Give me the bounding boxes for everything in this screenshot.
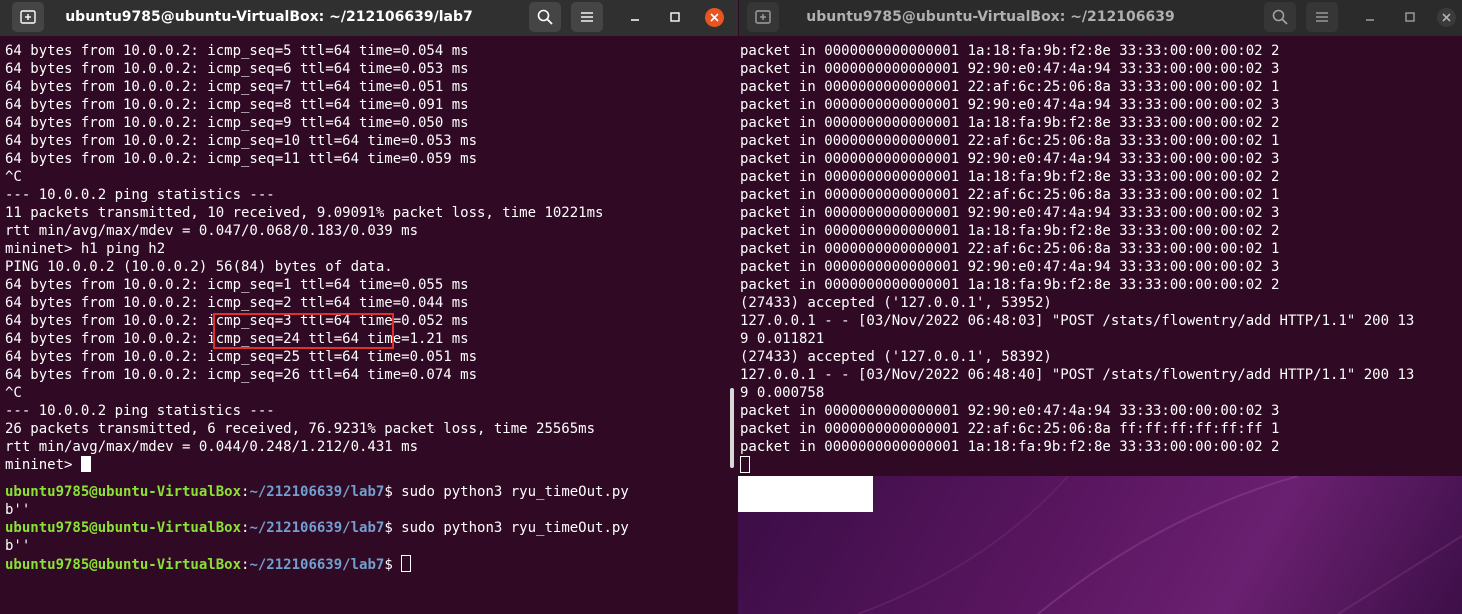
left-menu-button[interactable] (571, 2, 603, 32)
bottom-terminal-line: b'' (5, 502, 31, 518)
terminal-line: packet in 0000000000000001 1a:18:fa:9b:f… (740, 223, 1280, 239)
terminal-line: ^C (5, 385, 22, 401)
terminal-line: packet in 0000000000000001 22:af:6c:25:0… (740, 187, 1280, 203)
terminal-line: packet in 0000000000000001 22:af:6c:25:0… (740, 79, 1280, 95)
hamburger-menu-icon (1316, 12, 1328, 22)
highlight-box (213, 313, 394, 349)
terminal-line: 127.0.0.1 - - [03/Nov/2022 06:48:40] "PO… (740, 367, 1415, 383)
left-close-button[interactable] (701, 2, 727, 32)
close-icon (704, 7, 724, 27)
terminal-line: 64 bytes from 10.0.0.2: icmp_seq=2 ttl=6… (5, 295, 469, 311)
right-menu-button[interactable] (1306, 2, 1338, 32)
left-maximize-button[interactable] (662, 2, 688, 32)
prompt-dollar: $ (384, 557, 393, 573)
left-search-button[interactable] (529, 2, 561, 32)
prompt-path: ~/212106639/lab7 (249, 557, 385, 573)
command-text: sudo python3 ryu_timeOut.py (392, 520, 629, 536)
terminal-line: packet in 0000000000000001 22:af:6c:25:0… (740, 421, 1280, 437)
minimize-icon (1366, 19, 1374, 21)
terminal-line: packet in 0000000000000001 92:90:e0:47:4… (740, 97, 1280, 113)
left-terminal-window[interactable]: ubuntu9785@ubuntu-VirtualBox: ~/21210663… (0, 0, 738, 476)
search-icon (1272, 9, 1288, 25)
terminal-line: --- 10.0.0.2 ping statistics --- (5, 403, 275, 419)
bottom-terminal-line: ubuntu9785@ubuntu-VirtualBox:~/212106639… (5, 555, 412, 573)
terminal-line: packet in 0000000000000001 1a:18:fa:9b:f… (740, 115, 1280, 131)
terminal-cursor (740, 456, 750, 473)
terminal-line: 9 0.011821 (740, 331, 825, 347)
terminal-line: 64 bytes from 10.0.0.2: icmp_seq=25 ttl=… (5, 349, 478, 365)
terminal-line: packet in 0000000000000001 92:90:e0:47:4… (740, 151, 1280, 167)
search-icon (537, 9, 553, 25)
terminal-line: 127.0.0.1 - - [03/Nov/2022 06:48:03] "PO… (740, 313, 1415, 329)
left-titlebar[interactable]: ubuntu9785@ubuntu-VirtualBox: ~/21210663… (0, 0, 738, 36)
terminal-line: mininet> h1 ping h2 (5, 241, 166, 257)
terminal-cursor (80, 456, 91, 472)
terminal-line: 64 bytes from 10.0.0.2: icmp_seq=9 ttl=6… (5, 115, 469, 131)
right-maximize-button[interactable] (1397, 2, 1423, 32)
close-icon (1436, 7, 1456, 27)
bottom-terminal-line: ubuntu9785@ubuntu-VirtualBox:~/212106639… (5, 519, 629, 537)
prompt-dollar: $ (384, 484, 393, 500)
minimize-icon (631, 19, 639, 21)
prompt-user-host: ubuntu9785@ubuntu-VirtualBox (5, 520, 242, 536)
terminal-line: packet in 0000000000000001 1a:18:fa:9b:f… (740, 439, 1280, 455)
right-terminal-body[interactable]: packet in 0000000000000001 1a:18:fa:9b:f… (739, 40, 1462, 476)
terminal-line: 9 0.000758 (740, 385, 825, 401)
terminal-line: 64 bytes from 10.0.0.2: icmp_seq=10 ttl=… (5, 133, 478, 149)
prompt-path: ~/212106639/lab7 (249, 520, 385, 536)
terminal-line: (27433) accepted ('127.0.0.1', 53952) (740, 295, 1052, 311)
prompt-dollar: $ (384, 520, 393, 536)
mininet-prompt-line: mininet> (5, 456, 91, 474)
right-titlebar[interactable]: ubuntu9785@ubuntu-VirtualBox: ~/21210663… (739, 0, 1462, 36)
terminal-line: 64 bytes from 10.0.0.2: icmp_seq=6 ttl=6… (5, 61, 469, 77)
command-text: sudo python3 ryu_timeOut.py (392, 484, 629, 500)
prompt-path: ~/212106639/lab7 (249, 484, 385, 500)
terminal-line: rtt min/avg/max/mdev = 0.047/0.068/0.183… (5, 223, 419, 239)
mininet-prompt: mininet> (5, 457, 81, 473)
terminal-line: 64 bytes from 10.0.0.2: icmp_seq=5 ttl=6… (5, 43, 469, 59)
right-close-button[interactable] (1433, 2, 1459, 32)
left-scrollbar[interactable] (730, 388, 734, 468)
terminal-line: 64 bytes from 10.0.0.2: icmp_seq=26 ttl=… (5, 367, 478, 383)
terminal-line: ^C (5, 169, 22, 185)
terminal-line: --- 10.0.0.2 ping statistics --- (5, 187, 275, 203)
terminal-line: packet in 0000000000000001 92:90:e0:47:4… (740, 259, 1280, 275)
terminal-line: packet in 0000000000000001 1a:18:fa:9b:f… (740, 43, 1280, 59)
terminal-cursor-line (740, 456, 750, 474)
terminal-line: 11 packets transmitted, 10 received, 9.0… (5, 205, 604, 221)
terminal-line: 64 bytes from 10.0.0.2: icmp_seq=11 ttl=… (5, 151, 478, 167)
right-terminal-window[interactable]: ubuntu9785@ubuntu-VirtualBox: ~/21210663… (739, 0, 1462, 476)
terminal-line: packet in 0000000000000001 22:af:6c:25:0… (740, 133, 1280, 149)
terminal-line: (27433) accepted ('127.0.0.1', 58392) (740, 349, 1052, 365)
maximize-icon (1405, 12, 1415, 22)
terminal-line: packet in 0000000000000001 22:af:6c:25:0… (740, 241, 1280, 257)
terminal-line: PING 10.0.0.2 (10.0.0.2) 56(84) bytes of… (5, 259, 393, 275)
terminal-line: packet in 0000000000000001 92:90:e0:47:4… (740, 61, 1280, 77)
maximize-icon (670, 12, 680, 22)
terminal-line: 64 bytes from 10.0.0.2: icmp_seq=7 ttl=6… (5, 79, 469, 95)
terminal-line: packet in 0000000000000001 92:90:e0:47:4… (740, 205, 1280, 221)
left-terminal-body[interactable]: 64 bytes from 10.0.0.2: icmp_seq=5 ttl=6… (0, 40, 738, 476)
right-search-button[interactable] (1264, 2, 1296, 32)
bottom-terminal-line: ubuntu9785@ubuntu-VirtualBox:~/212106639… (5, 483, 629, 501)
terminal-line: 64 bytes from 10.0.0.2: icmp_seq=8 ttl=6… (5, 97, 469, 113)
right-minimize-button[interactable] (1357, 2, 1383, 32)
bottom-terminal-line: b'' (5, 538, 31, 554)
terminal-line: 64 bytes from 10.0.0.2: icmp_seq=1 ttl=6… (5, 277, 469, 293)
terminal-line: 26 packets transmitted, 6 received, 76.9… (5, 421, 596, 437)
terminal-line: packet in 0000000000000001 92:90:e0:47:4… (740, 403, 1280, 419)
bottom-terminal-window[interactable]: ubuntu9785@ubuntu-VirtualBox:~/212106639… (0, 475, 738, 614)
left-window-title: ubuntu9785@ubuntu-VirtualBox: ~/21210663… (65, 9, 473, 25)
terminal-line: packet in 0000000000000001 1a:18:fa:9b:f… (740, 277, 1280, 293)
prompt-user-host: ubuntu9785@ubuntu-VirtualBox (5, 557, 242, 573)
left-minimize-button[interactable] (622, 2, 648, 32)
terminal-line: rtt min/avg/max/mdev = 0.044/0.248/1.212… (5, 439, 419, 455)
right-window-title: ubuntu9785@ubuntu-VirtualBox: ~/21210663… (806, 9, 1175, 25)
prompt-user-host: ubuntu9785@ubuntu-VirtualBox (5, 484, 242, 500)
hamburger-menu-icon (581, 12, 593, 22)
white-popup-fragment (738, 476, 873, 512)
terminal-line: packet in 0000000000000001 1a:18:fa:9b:f… (740, 169, 1280, 185)
terminal-cursor (401, 555, 412, 572)
